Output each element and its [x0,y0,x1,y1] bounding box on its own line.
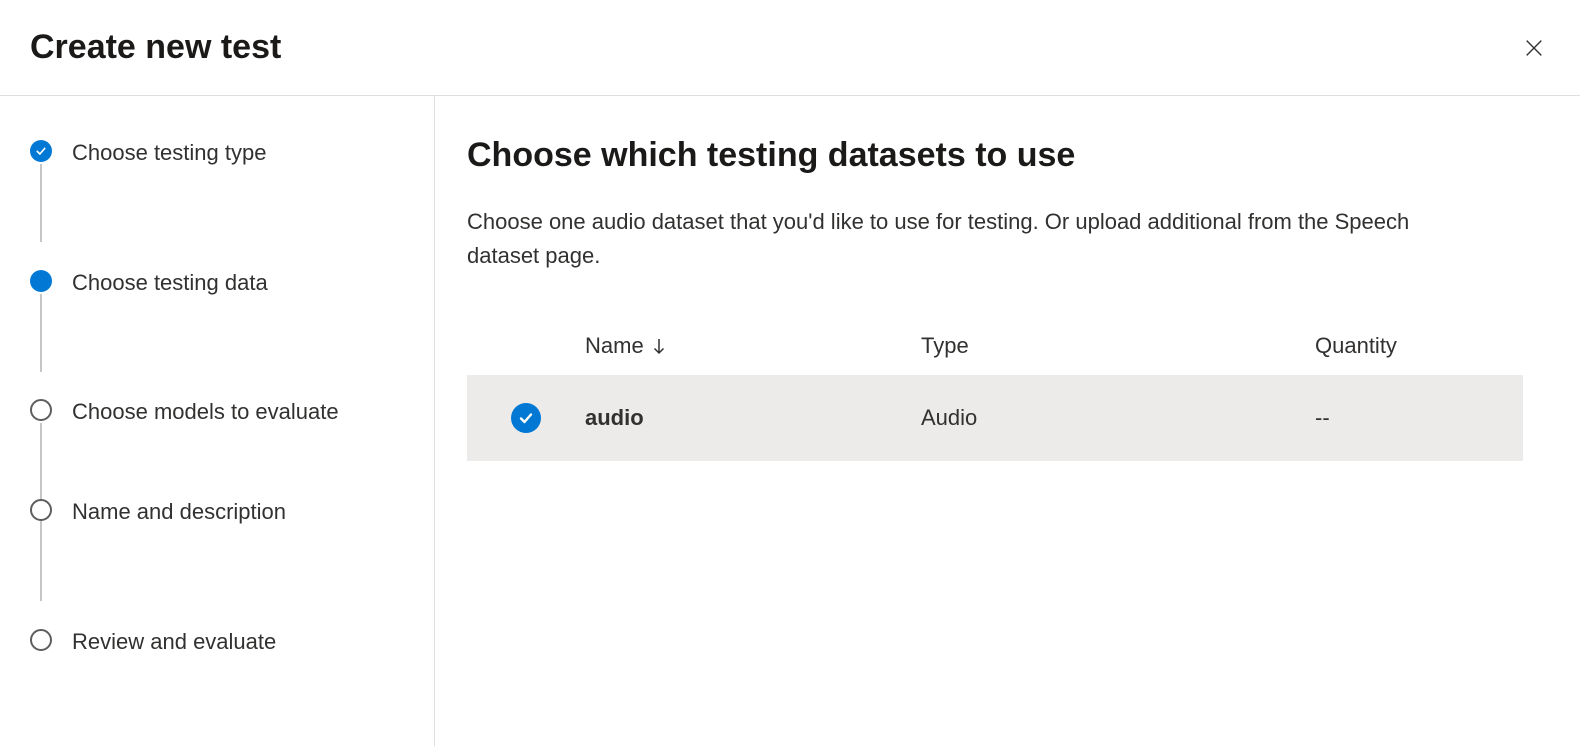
step-connector [40,294,42,372]
table-row[interactable]: audio Audio -- [467,375,1523,461]
step-label: Name and description [72,495,286,527]
step-label: Choose testing type [72,136,266,168]
column-header-name[interactable]: Name [585,333,921,359]
dialog-header: Create new test [0,0,1580,96]
checkmark-icon [518,410,534,426]
step-indicator-pending [30,399,52,421]
row-select-cell [467,403,585,433]
wizard-step-review-evaluate[interactable]: Review and evaluate [30,625,404,657]
sort-descending-icon [652,337,666,355]
wizard-content: Choose which testing datasets to use Cho… [435,96,1580,746]
wizard-step-choose-testing-type[interactable]: Choose testing type [30,136,404,168]
close-icon [1523,37,1545,59]
step-connector [40,164,42,242]
close-button[interactable] [1518,32,1550,64]
dialog-body: Choose testing type Choose testing data … [0,96,1580,746]
cell-name: audio [585,405,921,431]
datasets-table: Name Type Quantity [467,323,1523,461]
step-indicator-pending [30,499,52,521]
table-header: Name Type Quantity [467,323,1523,375]
step-indicator-pending [30,629,52,651]
step-label: Review and evaluate [72,625,276,657]
wizard-sidebar: Choose testing type Choose testing data … [0,96,435,746]
cell-quantity: -- [1315,405,1523,431]
step-connector [40,523,42,601]
checkmark-icon [35,145,47,157]
content-description: Choose one audio dataset that you'd like… [467,205,1487,273]
column-header-quantity[interactable]: Quantity [1315,333,1523,359]
step-indicator-current [30,270,52,292]
wizard-step-list: Choose testing type Choose testing data … [30,136,404,656]
step-label: Choose testing data [72,266,268,298]
row-select-checkbox[interactable] [511,403,541,433]
content-heading: Choose which testing datasets to use [467,136,1550,175]
dialog-title: Create new test [30,28,281,67]
column-label: Quantity [1315,333,1397,359]
wizard-step-name-description[interactable]: Name and description [30,495,404,527]
step-label: Choose models to evaluate [72,395,339,427]
wizard-step-choose-testing-data[interactable]: Choose testing data [30,266,404,298]
step-indicator-completed [30,140,52,162]
column-label: Type [921,333,969,359]
column-header-type[interactable]: Type [921,333,1315,359]
cell-type: Audio [921,405,1315,431]
column-label: Name [585,333,644,359]
wizard-step-choose-models[interactable]: Choose models to evaluate [30,395,404,427]
